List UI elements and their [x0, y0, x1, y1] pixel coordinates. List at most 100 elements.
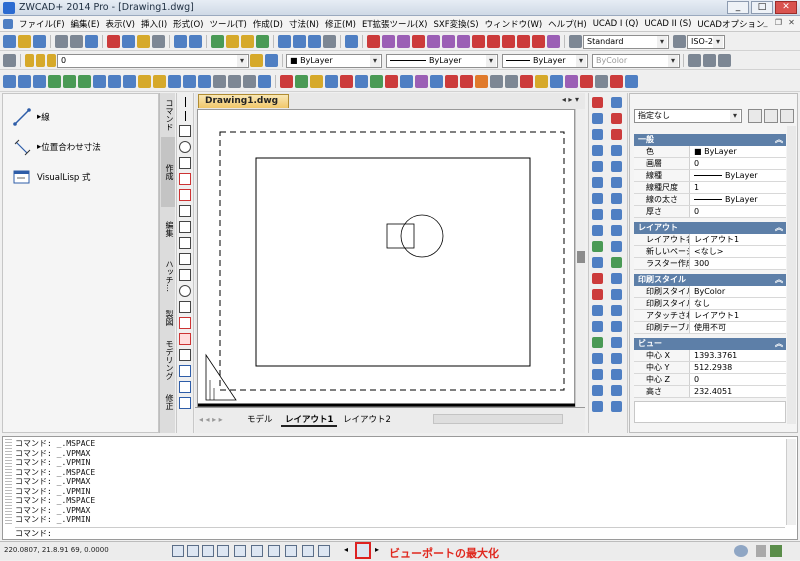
tab-hatch[interactable]: ハッチ… — [161, 251, 175, 301]
splinedit-icon[interactable] — [592, 401, 603, 412]
command-scrollbar[interactable] — [786, 439, 796, 525]
section-general[interactable]: 一般 ︽ — [634, 134, 786, 146]
make-block-tool-icon[interactable] — [179, 253, 191, 265]
menu-edit[interactable]: 編集(E) — [68, 18, 103, 30]
menu-format[interactable]: 形式(O) — [170, 18, 206, 30]
ucad-tool-18-icon[interactable] — [535, 74, 548, 88]
prop-row-height[interactable]: 高さ 232.4051 — [634, 386, 786, 398]
doc-restore-button[interactable]: ❐ — [773, 18, 784, 29]
circle-icon[interactable] — [63, 74, 76, 88]
osnap-button[interactable] — [234, 545, 246, 557]
ucad-tool-7-icon[interactable] — [370, 74, 383, 88]
save-icon[interactable] — [33, 35, 46, 48]
join-icon[interactable] — [592, 289, 603, 300]
pan-icon[interactable] — [211, 35, 224, 48]
prop-row-lineweight[interactable]: 線の太さ ByLayer — [634, 194, 786, 206]
sxf-3-icon[interactable] — [397, 35, 410, 48]
offset-icon[interactable] — [592, 145, 603, 156]
layer-thaw-icon[interactable] — [36, 54, 45, 67]
rotate-icon[interactable] — [592, 193, 603, 204]
prop-row-color[interactable]: 色 ■ ByLayer — [634, 146, 786, 158]
menu-et-tools[interactable]: ET拡張ツール(X) — [359, 18, 431, 30]
spline-tool-icon[interactable] — [179, 205, 191, 217]
menu-draw[interactable]: 作成(D) — [250, 18, 286, 30]
zoom-realtime-icon[interactable] — [226, 35, 239, 48]
canvas-vertical-scrollbar[interactable] — [575, 109, 585, 407]
dim-leader-icon[interactable] — [611, 401, 622, 412]
ellipse-tool-icon[interactable] — [179, 221, 191, 233]
move-icon[interactable] — [592, 177, 603, 188]
ucad-tool-15-icon[interactable] — [490, 74, 503, 88]
linetype-select[interactable]: ByLayer — [386, 53, 498, 68]
tab-create[interactable]: 作成 — [161, 137, 175, 207]
ucad-tool-17-icon[interactable] — [520, 74, 533, 88]
mtext-tool-icon[interactable] — [179, 365, 191, 377]
ucad-tool-2-icon[interactable] — [295, 74, 308, 88]
selection-select[interactable]: 指定なし — [634, 109, 742, 123]
sxf-7-icon[interactable] — [457, 35, 470, 48]
menu-view[interactable]: 表示(V) — [103, 18, 138, 30]
ucad-tool-19-icon[interactable] — [550, 74, 563, 88]
prop-row-attached-to[interactable]: アタッチされた...レイアウト1 — [634, 310, 786, 322]
calculator-icon[interactable] — [323, 35, 336, 48]
print-icon[interactable] — [55, 35, 68, 48]
dim-style-select[interactable]: ISO-25 — [687, 34, 725, 49]
ucad-tool-8-icon[interactable] — [385, 74, 398, 88]
layer-manager-icon[interactable] — [3, 54, 16, 67]
viewport[interactable] — [255, 157, 531, 367]
maximize-button[interactable]: □ — [751, 1, 773, 14]
prop-row-layer[interactable]: 画層 0 — [634, 158, 786, 170]
doc-minimize-button[interactable]: _ — [760, 18, 771, 29]
measure-icon[interactable] — [213, 74, 226, 88]
layer-select[interactable]: 0 — [57, 53, 249, 68]
snap-settings-icon[interactable] — [611, 305, 622, 316]
hatch-icon[interactable] — [123, 74, 136, 88]
fillet-icon[interactable] — [592, 321, 603, 332]
snap-tangent-icon[interactable] — [611, 193, 622, 204]
redo-icon[interactable] — [189, 35, 202, 48]
document-icon[interactable] — [3, 18, 13, 29]
section-layout[interactable]: レイアウト ︽ — [634, 222, 786, 234]
sxf-13-icon[interactable] — [547, 35, 560, 48]
menu-modify[interactable]: 修正(M) — [322, 18, 359, 30]
insert-block-tool-icon[interactable] — [179, 237, 191, 249]
point-icon[interactable] — [168, 74, 181, 88]
sxf-10-icon[interactable] — [502, 35, 515, 48]
ucs-world-icon[interactable] — [611, 97, 622, 108]
extend-icon[interactable] — [592, 257, 603, 268]
layer-previous-icon[interactable] — [265, 54, 278, 67]
sxf-1-icon[interactable] — [367, 35, 380, 48]
lengthen-icon[interactable] — [592, 353, 603, 364]
stretch-icon[interactable] — [592, 225, 603, 236]
block-icon[interactable] — [138, 74, 151, 88]
prop-row-plot-table-type[interactable]: 印刷テーブル...使用不可 — [634, 322, 786, 334]
polyline-icon[interactable] — [33, 74, 46, 88]
tab-drafting[interactable]: 製図 — [161, 303, 175, 333]
xline-tool-icon[interactable] — [184, 111, 186, 121]
ucad-tool-14-icon[interactable] — [475, 74, 488, 88]
prop-row-linetype-scale[interactable]: 線種尺度 1 — [634, 182, 786, 194]
copy-object-icon[interactable] — [592, 113, 603, 124]
properties-icon[interactable] — [278, 35, 291, 48]
revcloud-tool-icon[interactable] — [179, 381, 191, 393]
dim-diameter-icon[interactable] — [611, 369, 622, 380]
publish-icon[interactable] — [85, 35, 98, 48]
arc-tool-icon[interactable] — [179, 189, 191, 201]
tab-modify[interactable]: 修正 — [161, 387, 175, 417]
select-objects-button[interactable] — [764, 109, 778, 123]
tab-model[interactable]: モデル — [243, 415, 277, 427]
trim-icon[interactable] — [592, 241, 603, 252]
scale-icon[interactable] — [592, 209, 603, 220]
prop-row-raster[interactable]: ラスター作成...300 — [634, 258, 786, 270]
ucad-tool-23-icon[interactable] — [610, 74, 623, 88]
lineweight-display-button[interactable] — [285, 545, 297, 557]
erase-icon[interactable] — [592, 97, 603, 108]
polygon-tool-icon[interactable] — [179, 173, 191, 185]
wipeout-tool-icon[interactable] — [179, 397, 191, 409]
boundary-icon[interactable] — [243, 74, 256, 88]
ucad-tool-16-icon[interactable] — [505, 74, 518, 88]
prop-row-center-x[interactable]: 中心 X 1393.3761 — [634, 350, 786, 362]
quick-select-button[interactable] — [780, 109, 794, 123]
ucad-tool-20-icon[interactable] — [565, 74, 578, 88]
mirror-icon[interactable] — [592, 129, 603, 140]
